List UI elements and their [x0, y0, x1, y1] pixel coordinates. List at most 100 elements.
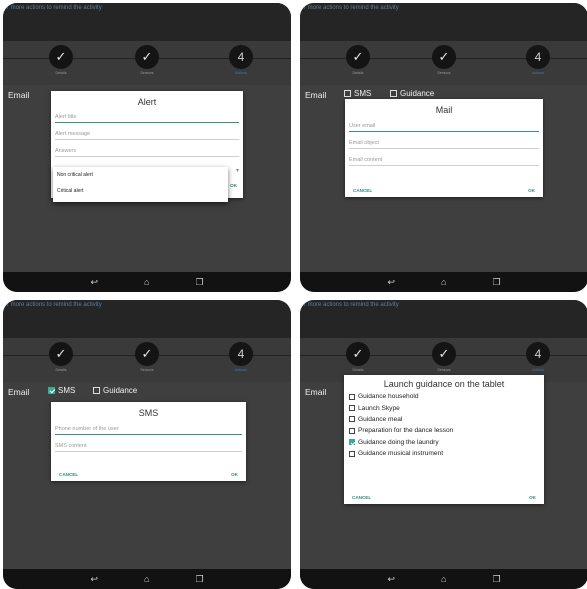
- step-label-actions: Actions: [532, 368, 544, 372]
- dropdown-arrow-icon[interactable]: ▾: [236, 167, 239, 174]
- checkbox[interactable]: [349, 427, 355, 434]
- dialog-actions: CANCEL OK: [352, 495, 536, 500]
- sms-checkbox[interactable]: [344, 90, 351, 97]
- home-icon[interactable]: ⌂: [144, 574, 149, 584]
- dialog-actions: CANCEL OK: [353, 188, 535, 193]
- cancel-button[interactable]: CANCEL: [353, 188, 372, 193]
- checkbox-checked[interactable]: [349, 439, 355, 446]
- ok-button[interactable]: OK: [528, 188, 535, 193]
- step-details-check-icon[interactable]: ✓: [49, 45, 73, 69]
- back-icon[interactable]: ↩: [90, 574, 98, 585]
- email-object-input[interactable]: Email object: [349, 138, 539, 149]
- email-label: Email: [8, 387, 30, 397]
- guidance-item[interactable]: Guidance musical instrument: [344, 448, 544, 459]
- step-label-details: Details: [352, 71, 364, 75]
- title-text: r more actions to remind the activity: [7, 5, 102, 11]
- screenshot-guidance: r more actions to remind the activity ✓ …: [300, 300, 587, 589]
- step-details-check-icon[interactable]: ✓: [346, 45, 370, 69]
- android-nav-bar: ↩ ⌂ ❐: [3, 272, 291, 292]
- title-bar: r more actions to remind the activity: [3, 300, 291, 338]
- step-label-details: Details: [55, 71, 67, 75]
- alert-title-input[interactable]: Alert title: [55, 112, 239, 123]
- phone-number-input[interactable]: Phone number of the user: [55, 424, 242, 435]
- screenshot-sms: r more actions to remind the activity ✓ …: [3, 300, 291, 589]
- answers-input[interactable]: Answers: [55, 146, 239, 157]
- step-actions-number[interactable]: 4: [526, 342, 550, 366]
- title-bar: r more actions to remind the activity: [300, 300, 587, 338]
- guidance-item[interactable]: Guidance meal: [344, 414, 544, 425]
- ok-button[interactable]: OK: [230, 183, 237, 188]
- dialog-actions: CANCEL OK: [59, 472, 238, 477]
- title-bar: r more actions to remind the activity: [3, 3, 291, 41]
- guidance-item[interactable]: Launch Skype: [344, 402, 544, 413]
- alert-type-dropdown[interactable]: Non critical alert Critical alert: [53, 167, 228, 202]
- android-nav-bar: ↩ ⌂ ❐: [3, 569, 291, 589]
- sms-content-input[interactable]: SMS content: [55, 441, 242, 452]
- step-details-check-icon[interactable]: ✓: [346, 342, 370, 366]
- step-sensors-check-icon[interactable]: ✓: [135, 342, 159, 366]
- android-nav-bar: ↩ ⌂ ❐: [300, 569, 587, 589]
- guidance-checkbox[interactable]: [93, 387, 100, 394]
- android-nav-bar: ↩ ⌂ ❐: [300, 272, 587, 292]
- guidance-option[interactable]: Guidance: [390, 89, 434, 98]
- guidance-option-label: Guidance: [400, 89, 435, 98]
- step-label-actions: Actions: [235, 71, 247, 75]
- sms-option-label: SMS: [58, 386, 76, 395]
- sms-option-label: SMS: [354, 89, 372, 98]
- screenshot-mail: r more actions to remind the activity ✓ …: [300, 3, 587, 292]
- checkbox[interactable]: [349, 405, 355, 412]
- step-sensors-check-icon[interactable]: ✓: [432, 45, 456, 69]
- dialog-title: Mail: [435, 105, 453, 115]
- checkbox[interactable]: [349, 416, 355, 423]
- guidance-item-label: Guidance doing the laundry: [358, 438, 439, 446]
- user-email-input[interactable]: User email: [349, 121, 539, 132]
- alert-message-input[interactable]: Alert message: [55, 129, 239, 140]
- guidance-item-label: Guidance household: [358, 393, 419, 401]
- step-sensors-check-icon[interactable]: ✓: [135, 45, 159, 69]
- guidance-item-label: Guidance meal: [358, 415, 403, 423]
- dialog-title: Alert: [137, 97, 157, 107]
- ok-button[interactable]: OK: [231, 472, 238, 477]
- checkbox[interactable]: [349, 450, 355, 457]
- recents-icon[interactable]: ❐: [195, 277, 203, 288]
- home-icon[interactable]: ⌂: [441, 574, 446, 584]
- back-icon[interactable]: ↩: [387, 574, 395, 585]
- dropdown-option-critical[interactable]: Critical alert: [53, 183, 228, 199]
- step-details-check-icon[interactable]: ✓: [49, 342, 73, 366]
- sms-checkbox-checked[interactable]: [48, 387, 55, 394]
- dropdown-option-non-critical[interactable]: Non critical alert: [53, 167, 228, 183]
- stepper: ✓ ✓ 4 Details Sensors Actions: [3, 338, 291, 382]
- step-label-actions: Actions: [532, 71, 544, 75]
- guidance-item-label: Launch Skype: [358, 404, 400, 412]
- home-icon[interactable]: ⌂: [144, 277, 149, 287]
- stepper: ✓ ✓ 4 Details Sensors Actions: [3, 41, 291, 85]
- step-actions-number[interactable]: 4: [229, 45, 253, 69]
- home-icon[interactable]: ⌂: [441, 277, 446, 287]
- cancel-button[interactable]: CANCEL: [59, 472, 78, 477]
- back-icon[interactable]: ↩: [387, 277, 395, 288]
- title-text: r more actions to remind the activity: [304, 302, 399, 308]
- title-bar: r more actions to remind the activity: [300, 3, 587, 41]
- cancel-button[interactable]: CANCEL: [352, 495, 371, 500]
- guidance-dialog: Launch guidance on the tablet Guidance h…: [344, 375, 544, 504]
- sms-option[interactable]: SMS: [48, 386, 75, 395]
- sms-dialog: SMS Phone number of the user SMS content…: [51, 402, 246, 481]
- guidance-option[interactable]: Guidance: [93, 386, 137, 395]
- step-sensors-check-icon[interactable]: ✓: [432, 342, 456, 366]
- recents-icon[interactable]: ❐: [492, 574, 500, 585]
- checkbox[interactable]: [349, 393, 355, 400]
- sms-option[interactable]: SMS: [344, 89, 371, 98]
- guidance-item[interactable]: Preparation for the dance lesson: [344, 425, 544, 436]
- dialog-title: Launch guidance on the tablet: [383, 379, 505, 389]
- recents-icon[interactable]: ❐: [195, 574, 203, 585]
- ok-button[interactable]: OK: [529, 495, 536, 500]
- email-content-input[interactable]: Email content: [349, 155, 539, 166]
- step-actions-number[interactable]: 4: [526, 45, 550, 69]
- guidance-item[interactable]: Guidance doing the laundry: [344, 437, 544, 448]
- recents-icon[interactable]: ❐: [492, 277, 500, 288]
- step-label-actions: Actions: [235, 368, 247, 372]
- back-icon[interactable]: ↩: [90, 277, 98, 288]
- guidance-item[interactable]: Guidance household: [344, 391, 544, 402]
- step-actions-number[interactable]: 4: [229, 342, 253, 366]
- guidance-checkbox[interactable]: [390, 90, 397, 97]
